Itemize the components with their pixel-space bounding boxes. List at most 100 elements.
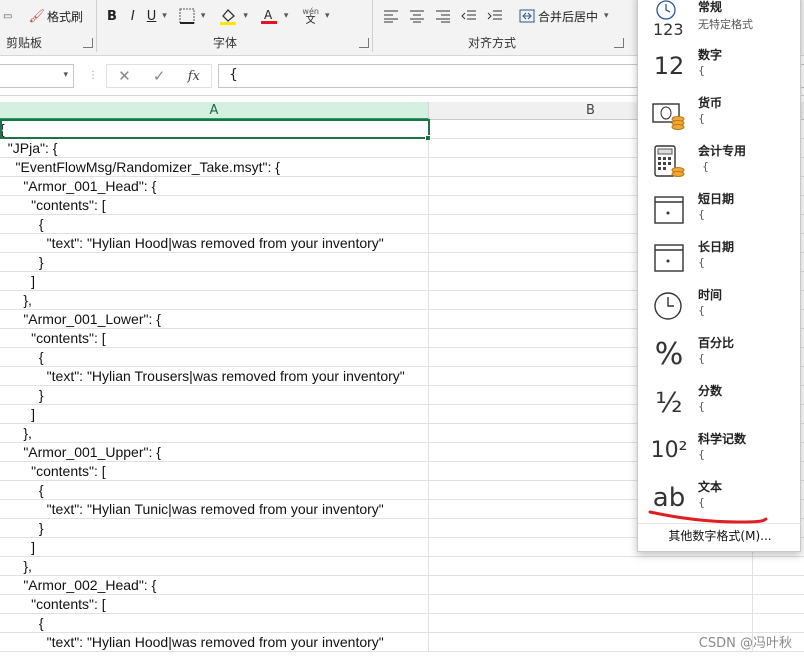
- cell-b[interactable]: [429, 595, 753, 614]
- merge-center-button[interactable]: 合并后居中: [516, 4, 601, 28]
- fill-color-button[interactable]: [216, 4, 240, 28]
- active-cell-a1[interactable]: [0, 119, 430, 139]
- clipboard-edge-icon: ▭: [3, 10, 13, 22]
- cell-a[interactable]: "text": "Hylian Hood|was removed from yo…: [0, 633, 429, 652]
- format-item-general[interactable]: 123 常规 无特定格式: [638, 0, 802, 43]
- merge-cells-icon: [519, 9, 535, 23]
- clipboard-group: ▭ 🖌 格式刷: [0, 0, 86, 32]
- underline-dropdown-icon[interactable]: ▾: [162, 11, 167, 21]
- indent-increase-button[interactable]: [484, 4, 506, 28]
- cancel-icon[interactable]: ✕: [118, 67, 131, 85]
- number-format-menu: 123 常规 无特定格式 12 数字 { 货币 { 会计专用 {短日期 {长…: [637, 0, 802, 552]
- align-left-icon: [384, 10, 398, 23]
- cell-a[interactable]: "Armor_001_Lower": {: [0, 310, 429, 329]
- cell-a[interactable]: "Armor_001_Head": {: [0, 177, 429, 196]
- svg-text:A: A: [264, 8, 273, 22]
- cell-b[interactable]: [429, 576, 753, 595]
- name-box[interactable]: ▾: [0, 64, 74, 88]
- table-row: "Armor_002_Head": {: [0, 576, 804, 595]
- format-item-time[interactable]: 时间 {: [638, 283, 802, 331]
- watermark: CSDN @冯叶秋: [698, 636, 792, 651]
- format-name: 短日期: [698, 192, 735, 206]
- cell-a[interactable]: "text": "Hylian Trousers|was removed fro…: [0, 367, 429, 386]
- cell-a[interactable]: "Armor_002_Head": {: [0, 576, 429, 595]
- cell-a[interactable]: },: [0, 557, 429, 576]
- fill-color-dropdown-icon[interactable]: ▾: [243, 11, 248, 21]
- format-name: 货币: [698, 96, 723, 110]
- cell-a[interactable]: }: [0, 253, 429, 272]
- format-name: 分数: [698, 384, 723, 398]
- cell-b[interactable]: [429, 557, 753, 576]
- phonetic-button[interactable]: wén 文: [299, 4, 322, 28]
- font-launcher-icon[interactable]: [359, 38, 369, 48]
- column-header-a[interactable]: A: [0, 102, 429, 120]
- insert-function-icon[interactable]: fx: [188, 69, 200, 84]
- brush-icon: 🖌: [28, 8, 45, 24]
- long-date-icon: [652, 239, 686, 277]
- format-item-currency[interactable]: 货币 {: [638, 91, 802, 139]
- font-color-button[interactable]: A: [257, 4, 281, 28]
- excel-window: ▭ 🖌 格式刷 剪贴板 B I U ▾ ▾ ▾ A ▾ wén 文 ▾ 字体 合…: [0, 0, 804, 657]
- cell-a[interactable]: "contents": [: [0, 329, 429, 348]
- align-right-button[interactable]: [432, 4, 454, 28]
- format-item-scientific[interactable]: 10² 科学记数 {: [638, 427, 802, 475]
- cell-a[interactable]: "Armor_001_Upper": {: [0, 443, 429, 462]
- phonetic-dropdown-icon[interactable]: ▾: [325, 11, 330, 21]
- underline-button[interactable]: U: [144, 4, 160, 28]
- alignment-group-label: 对齐方式: [468, 36, 517, 50]
- cell-a[interactable]: ]: [0, 405, 429, 424]
- align-left-button[interactable]: [380, 4, 402, 28]
- format-sample: {: [698, 256, 705, 269]
- format-item-short-date[interactable]: 短日期 {: [638, 187, 802, 235]
- time-icon: [652, 287, 686, 325]
- name-box-dropdown-icon[interactable]: ▾: [63, 70, 68, 80]
- border-button[interactable]: [176, 4, 198, 28]
- format-name: 数字: [698, 48, 723, 62]
- short-date-icon: [652, 191, 686, 229]
- format-sample: {: [698, 64, 705, 77]
- format-item-accounting[interactable]: 会计专用 {: [638, 139, 802, 187]
- cell-a[interactable]: "contents": [: [0, 196, 429, 215]
- cell-a[interactable]: {: [0, 215, 429, 234]
- bold-button[interactable]: B: [104, 4, 120, 28]
- cell-a[interactable]: {: [0, 481, 429, 500]
- align-center-icon: [410, 10, 424, 23]
- cell-a[interactable]: "text": "Hylian Tunic|was removed from y…: [0, 500, 429, 519]
- cell-a[interactable]: }: [0, 519, 429, 538]
- format-item-fraction[interactable]: ½ 分数 {: [638, 379, 802, 427]
- cell-a[interactable]: }: [0, 386, 429, 405]
- cell-b[interactable]: [429, 614, 753, 633]
- cell-a[interactable]: "contents": [: [0, 595, 429, 614]
- cell-a[interactable]: },: [0, 291, 429, 310]
- alignment-group: 合并后居中 ▾: [380, 0, 612, 32]
- svg-text:123: 123: [653, 20, 684, 38]
- border-dropdown-icon[interactable]: ▾: [201, 11, 206, 21]
- cell-a[interactable]: "EventFlowMsg/Randomizer_Take.msyt": {: [0, 158, 429, 177]
- format-item-number[interactable]: 12 数字 {: [638, 43, 802, 91]
- align-center-button[interactable]: [406, 4, 428, 28]
- cell-a[interactable]: {: [0, 614, 429, 633]
- cell-a[interactable]: },: [0, 424, 429, 443]
- cell-a[interactable]: ]: [0, 538, 429, 557]
- format-item-percent[interactable]: % 百分比 {: [638, 331, 802, 379]
- font-color-dropdown-icon[interactable]: ▾: [284, 11, 289, 21]
- format-sample: {: [698, 112, 705, 125]
- cell-a[interactable]: ]: [0, 272, 429, 291]
- merge-dropdown-icon[interactable]: ▾: [604, 11, 609, 21]
- cell-a[interactable]: {: [0, 348, 429, 367]
- percent-icon: %: [654, 336, 684, 372]
- enter-icon[interactable]: ✓: [153, 67, 166, 85]
- cell-a[interactable]: "JPja": {: [0, 139, 429, 158]
- format-sample: {: [698, 352, 705, 365]
- accounting-icon: [652, 143, 686, 181]
- format-painter-button[interactable]: 🖌 格式刷: [25, 4, 86, 28]
- clipboard-launcher-icon[interactable]: [83, 38, 93, 48]
- cell-a[interactable]: "contents": [: [0, 462, 429, 481]
- format-item-long-date[interactable]: 长日期 {: [638, 235, 802, 283]
- indent-decrease-button[interactable]: [458, 4, 480, 28]
- cell-a[interactable]: "text": "Hylian Hood|was removed from yo…: [0, 234, 429, 253]
- italic-button[interactable]: I: [128, 4, 138, 28]
- format-sample: {: [698, 304, 705, 317]
- alignment-launcher-icon[interactable]: [614, 38, 624, 48]
- fill-handle[interactable]: [425, 135, 431, 141]
